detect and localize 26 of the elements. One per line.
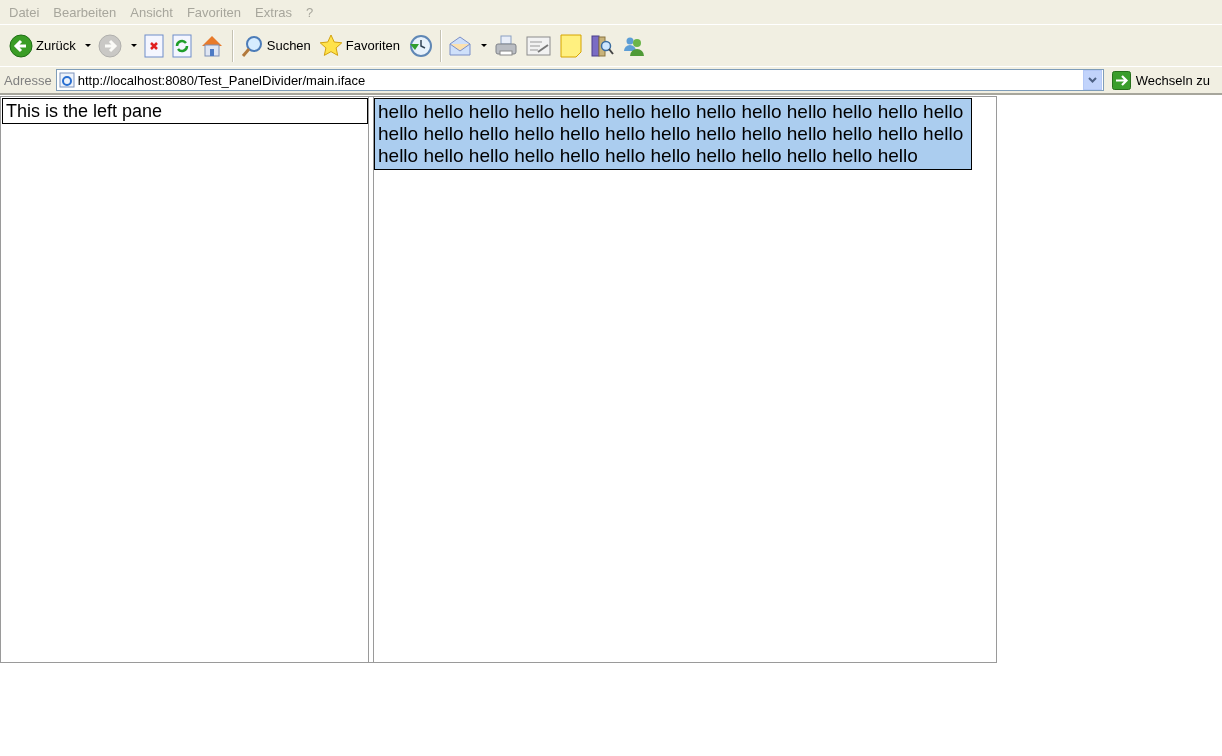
address-field[interactable]: http://localhost:8080/Test_PanelDivider/main.iface: [55, 69, 1104, 91]
menu-item[interactable]: Extras: [248, 4, 299, 20]
toolbar-button[interactable]: Suchen: [236, 31, 314, 60]
menu-item[interactable]: Ansicht: [123, 4, 180, 20]
star-icon: [318, 33, 343, 58]
menu-item[interactable]: Bearbeiten: [46, 4, 124, 20]
toolbar-button[interactable]: Zurück: [6, 31, 79, 60]
caret-icon[interactable]: [481, 44, 488, 47]
menu-item[interactable]: Favoriten: [179, 4, 249, 20]
search-icon: [239, 33, 264, 58]
stop-page-icon: [143, 33, 164, 58]
address-label: Adresse: [4, 72, 52, 88]
toolbar-button[interactable]: Favoriten: [315, 31, 404, 60]
printer-icon: [494, 33, 519, 58]
menu-item[interactable]: Datei: [2, 4, 47, 20]
book-magnifier-icon: [590, 33, 615, 58]
caret-icon[interactable]: [84, 44, 91, 47]
menu-item[interactable]: ?: [298, 4, 321, 20]
refresh-page-icon: [171, 33, 192, 58]
web-page-icon: [58, 72, 75, 88]
text-block: hello hello hello hello hello hello hello hello hello hello hello hello hello hello hello hello hello hello hello hello hello hello hello hello hello hello hello hello hello hello hello hello hello hello hello hello hello hello: [374, 98, 972, 170]
left-pane-header: This is the left pane: [2, 98, 368, 124]
sticky-note-icon: [560, 33, 583, 58]
edit-document-icon: [526, 33, 553, 58]
history-clock-icon: [408, 33, 433, 58]
go-button[interactable]: Wechseln zu: [1107, 70, 1218, 90]
